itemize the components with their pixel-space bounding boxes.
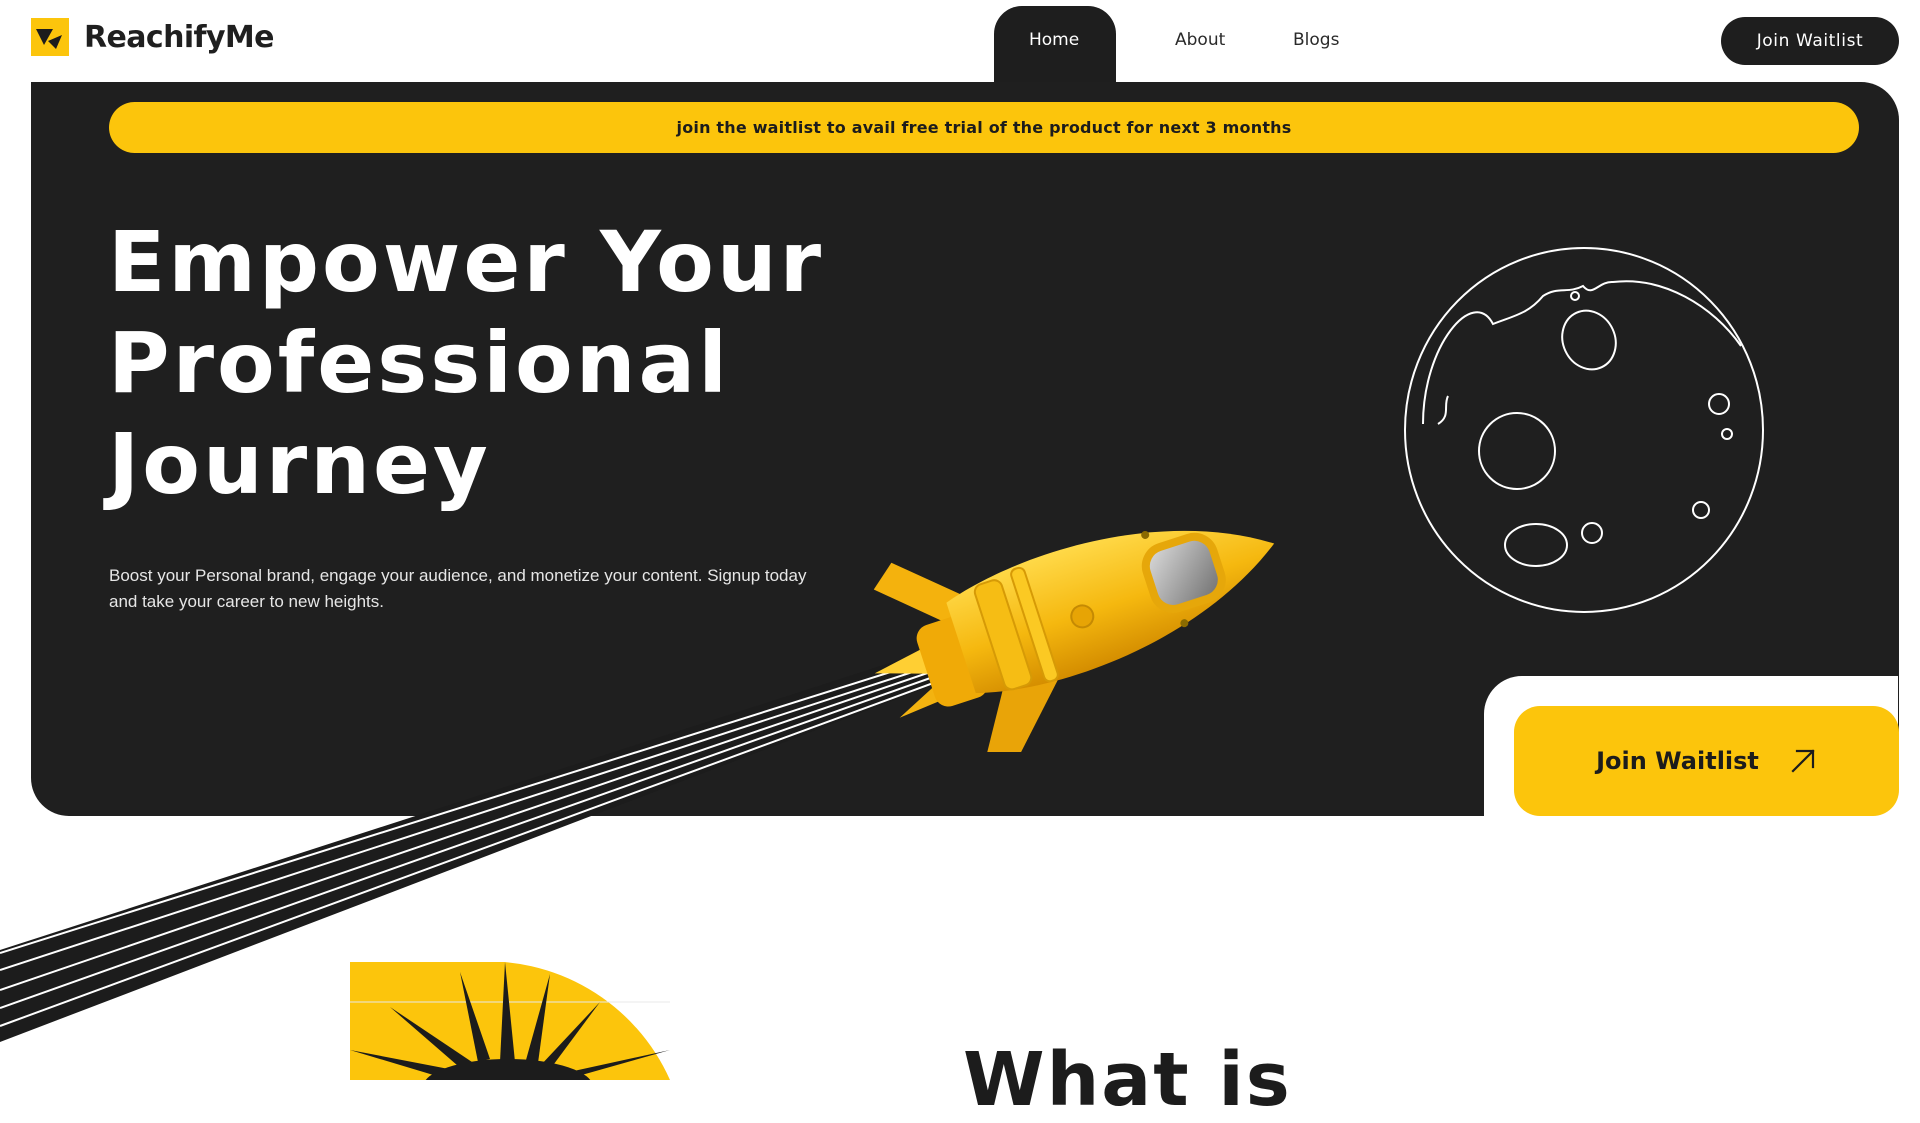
join-waitlist-hero-label: Join Waitlist	[1596, 747, 1759, 775]
nav-about[interactable]: About	[1175, 30, 1225, 50]
hero-title: Empower Your Professional Journey	[108, 212, 824, 515]
join-waitlist-nav-button[interactable]: Join Waitlist	[1721, 17, 1899, 65]
nav-blogs[interactable]: Blogs	[1293, 30, 1339, 50]
arrow-up-right-icon	[1791, 749, 1815, 773]
hero-title-line-3: Journey	[108, 415, 491, 513]
nav-home[interactable]: Home	[1029, 30, 1079, 50]
moon-outline-illustration	[1404, 247, 1764, 613]
logo-link[interactable]: ReachifyMe	[31, 18, 275, 56]
rocket-illustration	[873, 530, 1275, 752]
hero-title-line-1: Empower Your	[108, 213, 825, 311]
hero-title-line-2: Professional	[108, 314, 730, 412]
promo-banner: join the waitlist to avail free trial of…	[109, 102, 1859, 153]
what-is-heading: What is	[963, 1037, 1292, 1123]
brand-name: ReachifyMe	[84, 19, 275, 55]
reachify-logo-icon	[31, 18, 69, 56]
sunburst-illustration	[350, 962, 670, 1080]
hero-description: Boost your Personal brand, engage your a…	[109, 566, 807, 611]
join-waitlist-hero-button[interactable]: Join Waitlist	[1514, 706, 1899, 816]
